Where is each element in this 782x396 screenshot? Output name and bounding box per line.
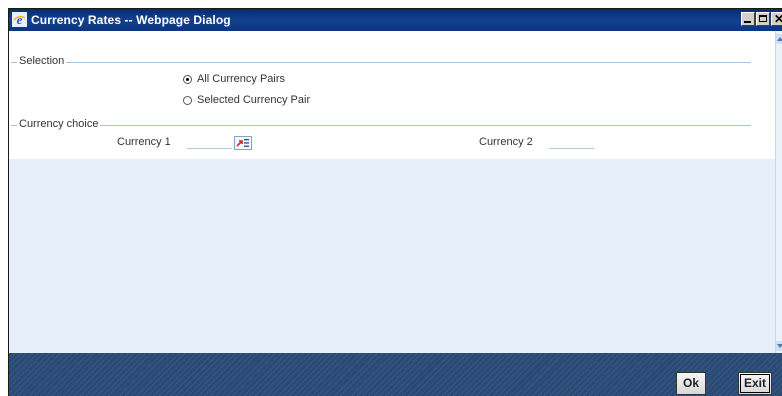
radio-all-currency-pairs[interactable]: All Currency Pairs xyxy=(183,73,285,85)
close-icon: ✕ xyxy=(774,11,782,27)
selection-legend: Selection xyxy=(17,55,67,67)
radio-button-checked[interactable] xyxy=(183,74,192,84)
currency-choice-legend: Currency choice xyxy=(17,118,101,130)
selection-divider xyxy=(11,62,751,63)
close-button[interactable]: ✕ xyxy=(771,12,782,26)
currency1-label: Currency 1 xyxy=(117,136,171,148)
exit-button[interactable]: Exit xyxy=(738,372,772,395)
scroll-down-icon[interactable] xyxy=(776,341,782,351)
title-bar: e Currency Rates -- Webpage Dialog ✕ xyxy=(9,9,782,31)
minimize-button[interactable] xyxy=(741,12,755,26)
empty-panel xyxy=(9,159,775,353)
currency2-label: Currency 2 xyxy=(479,136,533,148)
currency1-input[interactable] xyxy=(187,148,232,149)
footer-bar: Ok Exit xyxy=(9,353,782,396)
form-area: Selection All Currency Pairs Selected Cu… xyxy=(9,31,775,159)
radio-button-unchecked[interactable] xyxy=(183,95,192,105)
minimize-icon xyxy=(744,21,751,23)
currency2-input[interactable] xyxy=(549,148,594,149)
radio-label-all: All Currency Pairs xyxy=(197,73,286,85)
list-of-values-icon[interactable] xyxy=(234,136,252,150)
ok-button[interactable]: Ok xyxy=(676,372,706,395)
scroll-up-icon[interactable] xyxy=(776,34,782,44)
vertical-scrollbar[interactable] xyxy=(775,31,782,353)
radio-selected-currency-pair[interactable]: Selected Currency Pair xyxy=(183,94,310,106)
currency-choice-divider xyxy=(11,125,751,126)
maximize-button[interactable] xyxy=(756,12,770,26)
maximize-icon xyxy=(759,15,767,22)
svg-text:e: e xyxy=(17,12,23,27)
dialog-window: e Currency Rates -- Webpage Dialog ✕ Sel… xyxy=(8,8,782,396)
window-title: Currency Rates -- Webpage Dialog xyxy=(31,13,231,27)
radio-label-selected: Selected Currency Pair xyxy=(197,94,311,106)
ie-icon: e xyxy=(12,12,27,27)
